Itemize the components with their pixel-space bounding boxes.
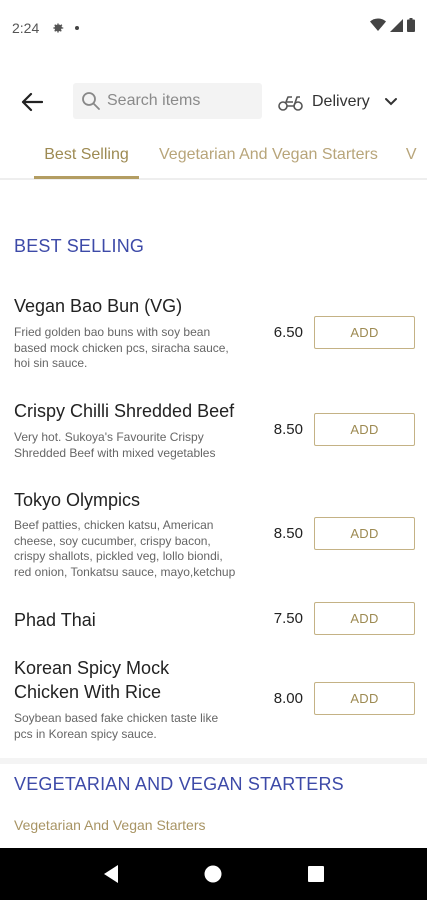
- dot-icon: [75, 26, 80, 30]
- tab-best-selling[interactable]: Best Selling: [34, 132, 139, 178]
- item-price: 8.50: [273, 525, 303, 542]
- tab-vegetarian-vegan-starters[interactable]: Vegetarian And Vegan Starters: [159, 132, 378, 178]
- delivery-label: Delivery: [312, 93, 370, 110]
- add-button[interactable]: ADD: [314, 682, 415, 715]
- item-description: Fried golden bao buns with soy bean base…: [14, 325, 254, 372]
- item-name-line: Chicken With Rice: [14, 682, 162, 702]
- item-description-line: Soybean based fake chicken taste like: [14, 711, 219, 725]
- nav-back-icon: [104, 865, 119, 883]
- item-description-line: pcs in Korean spicy sauce.: [14, 726, 157, 741]
- item-name-line: Korean Spicy Mock: [14, 658, 170, 678]
- add-button[interactable]: ADD: [314, 316, 415, 349]
- item-name: Korean Spicy Mock Chicken With Rice: [14, 656, 169, 704]
- item-name: Phad Thai: [14, 610, 96, 630]
- item-description-line: Beef patties, chicken katsu, American: [14, 518, 214, 532]
- battery-icon: [407, 18, 415, 32]
- item-description-line: based mock chicken pcs, siracha sauce,: [14, 340, 229, 355]
- section-subtitle: Vegetarian And Vegan Starters: [14, 817, 206, 833]
- signal-icon: [390, 18, 403, 32]
- back-arrow-icon: [21, 92, 43, 112]
- item-name: Tokyo Olympics: [14, 490, 141, 510]
- add-button[interactable]: ADD: [314, 517, 415, 550]
- search-box[interactable]: [73, 83, 262, 119]
- wifi-icon: [370, 18, 386, 31]
- nav-home-button[interactable]: [201, 862, 225, 886]
- delivery-selector[interactable]: Delivery: [278, 86, 398, 118]
- add-button[interactable]: ADD: [314, 602, 415, 635]
- item-description-line: hoi sin sauce.: [14, 356, 88, 370]
- section-title-best-selling: BEST SELLING: [14, 236, 145, 256]
- nav-recents-button[interactable]: [304, 862, 328, 886]
- chevron-down-icon: [384, 98, 397, 106]
- item-price: 7.50: [273, 610, 303, 627]
- item-name: Crispy Chilli Shredded Beef: [14, 401, 235, 421]
- item-description-line: crispy shallots, pickled veg, lollo bion…: [14, 549, 223, 563]
- status-bar: 2:24: [0, 0, 427, 56]
- gear-icon: [53, 23, 64, 33]
- section-title-vegetarian-vegan-starters: VEGETARIAN AND VEGAN STARTERS: [14, 774, 344, 794]
- status-icons: [370, 18, 415, 32]
- active-tab-indicator: [34, 176, 139, 179]
- add-button[interactable]: ADD: [314, 413, 415, 446]
- nav-recents-icon: [307, 866, 324, 882]
- item-description: Soybean based fake chicken taste like pc…: [14, 711, 254, 742]
- item-description-line: Fried golden bao buns with soy bean: [14, 325, 211, 339]
- top-toolbar: Delivery: [0, 78, 427, 126]
- item-description-line: red onion, Tonkatsu sauce, mayo,ketchup: [14, 564, 236, 579]
- tab-next-category[interactable]: V: [406, 132, 417, 178]
- item-price: 6.50: [273, 324, 303, 341]
- nav-back-button[interactable]: [99, 862, 123, 886]
- search-icon: [82, 92, 100, 110]
- status-time: 2:24: [12, 20, 40, 36]
- scooter-icon: [278, 96, 303, 111]
- item-description: Beef patties, chicken katsu, American ch…: [14, 518, 254, 580]
- back-button[interactable]: [16, 86, 48, 118]
- item-description-line: cheese, soy cucumber, crispy bacon,: [14, 533, 211, 548]
- category-tabs: Best Selling Vegetarian And Vegan Starte…: [0, 132, 427, 180]
- item-price: 8.50: [273, 421, 303, 438]
- section-divider: [0, 758, 427, 764]
- item-price: 8.00: [273, 690, 303, 707]
- item-name: Vegan Bao Bun (VG): [14, 296, 183, 316]
- nav-home-icon: [204, 865, 222, 883]
- search-input[interactable]: [107, 92, 247, 110]
- system-nav-bar: [0, 848, 427, 900]
- item-description-line: Very hot. Sukoya's Favourite Crispy: [14, 430, 204, 444]
- item-description-line: Shredded Beef with mixed vegetables: [14, 445, 216, 460]
- item-description: Very hot. Sukoya's Favourite Crispy Shre…: [14, 430, 254, 461]
